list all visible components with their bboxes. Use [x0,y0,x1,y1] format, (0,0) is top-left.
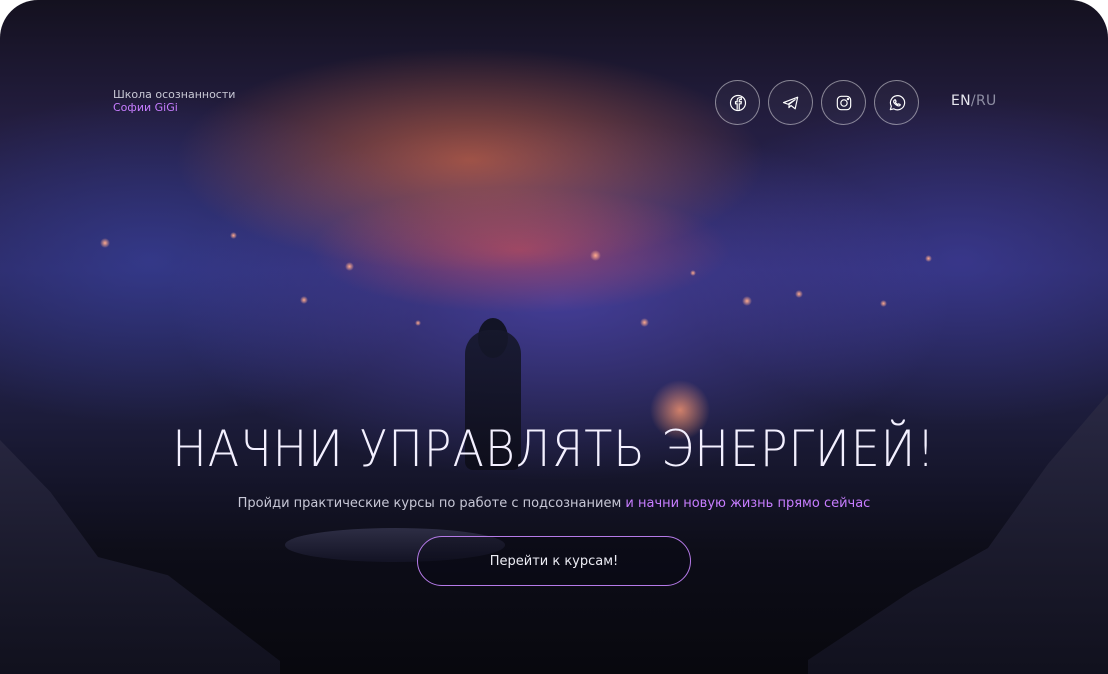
brand-line-2: Софии GiGi [113,101,178,114]
lang-en[interactable]: EN [951,93,971,109]
instagram-icon [836,95,851,110]
hero-section: Школа осознанности Софии GiGi EN/RU НАЧН… [0,0,1108,674]
lang-ru[interactable]: RU [976,93,997,109]
brand-logo[interactable]: Школа осознанности Софии GiGi [113,88,235,114]
telegram-icon [782,96,798,109]
hero-subtitle-main: Пройди практические курсы по работе с по… [237,496,626,511]
whatsapp-icon [889,94,905,110]
language-switcher: EN/RU [951,93,997,109]
instagram-button[interactable] [821,80,866,125]
brand-line-1: Школа осознанности [113,88,236,101]
telegram-button[interactable] [768,80,813,125]
facebook-button[interactable] [715,80,760,125]
facebook-icon [729,94,746,111]
hero-subtitle: Пройди практические курсы по работе с по… [0,496,1108,511]
go-to-courses-button[interactable]: Перейти к курсам! [417,536,691,586]
hero-headline: НАЧНИ УПРАВЛЯТЬ ЭНЕРГИЕЙ! [172,420,936,478]
social-links [715,80,919,125]
whatsapp-button[interactable] [874,80,919,125]
hero-subtitle-accent: и начни новую жизнь прямо сейчас [625,496,871,511]
